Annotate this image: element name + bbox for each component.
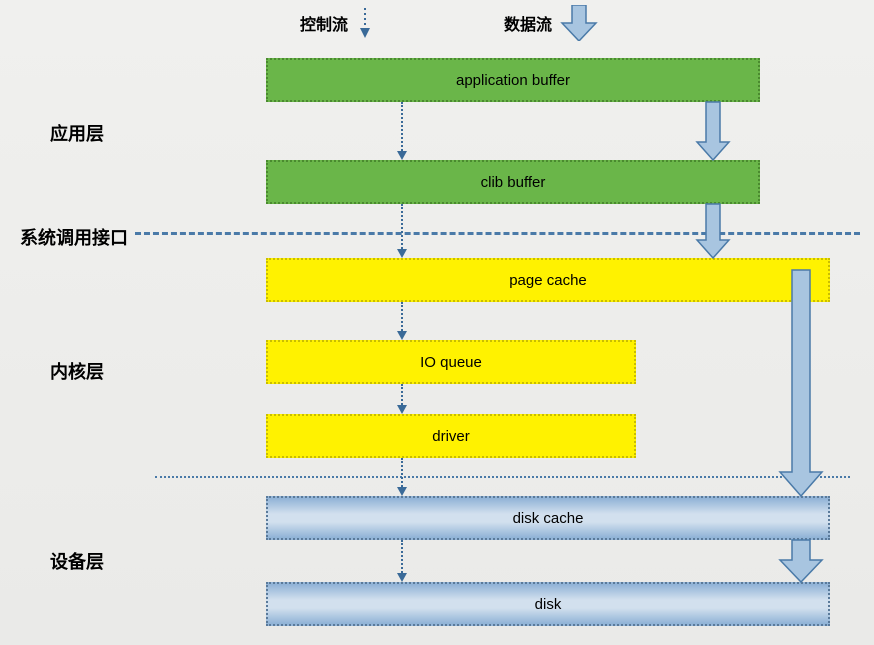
box-disk: disk [266,582,830,626]
legend: 控制流 数据流 [300,5,598,41]
layer-label-syscall: 系统调用接口 [20,224,128,250]
thin-arrow-driver-to-diskcache [397,458,407,496]
legend-control-label: 控制流 [300,11,348,35]
thin-arrow-ioqueue-to-driver [397,384,407,414]
box-label: page cache [509,272,587,289]
block-arrow-icon [560,5,598,41]
block-arrow-pagecache-to-diskcache [780,270,824,496]
box-label: driver [432,428,470,445]
box-clib-buffer: clib buffer [266,160,760,204]
box-application-buffer: application buffer [266,58,760,102]
box-label: clib buffer [481,174,546,191]
thin-arrow-pagecache-to-ioqueue [397,302,407,340]
legend-data-flow: 数据流 [504,5,598,41]
thin-arrow-app-to-clib [397,102,407,160]
thin-arrow-diskcache-to-disk [397,540,407,582]
layer-label-kernel: 内核层 [50,358,104,384]
box-label: disk cache [513,510,584,527]
box-io-queue: IO queue [266,340,636,384]
legend-control-flow: 控制流 [300,8,374,38]
block-arrow-clib-to-pagecache [695,204,731,258]
box-label: disk [535,596,562,613]
separator-syscall [135,232,860,235]
thin-arrow-clib-to-pagecache [397,204,407,258]
layer-label-device: 设备层 [50,548,104,574]
legend-data-label: 数据流 [504,11,552,35]
thin-arrow-icon [356,8,374,38]
box-page-cache: page cache [266,258,830,302]
box-label: IO queue [420,354,482,371]
layer-label-app: 应用层 [50,120,104,146]
box-label: application buffer [456,72,570,89]
box-driver: driver [266,414,636,458]
separator-device [155,476,850,478]
block-arrow-diskcache-to-disk [780,540,824,582]
block-arrow-app-to-clib [695,102,731,160]
box-disk-cache: disk cache [266,496,830,540]
